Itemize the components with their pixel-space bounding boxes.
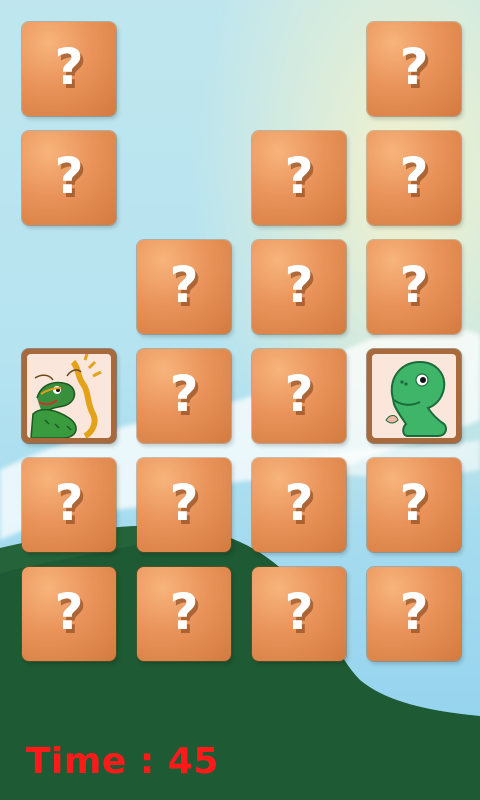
question-mark-icon: ? [399,147,429,205]
hidden-card[interactable]: ? [252,349,346,443]
question-mark-icon: ? [284,147,314,205]
hidden-card[interactable]: ? [22,458,116,552]
hidden-card[interactable]: ? [137,349,231,443]
hidden-card[interactable]: ? [367,567,461,661]
question-mark-icon: ? [169,256,199,314]
question-mark-icon: ? [284,474,314,532]
question-mark-icon: ? [54,583,84,641]
question-mark-icon: ? [399,256,429,314]
question-mark-icon: ? [399,583,429,641]
green-dinosaur-icon [372,354,456,438]
hidden-card[interactable]: ? [367,240,461,334]
hidden-card[interactable]: ? [137,567,231,661]
question-mark-icon: ? [284,583,314,641]
question-mark-icon: ? [399,474,429,532]
revealed-card[interactable] [22,349,116,443]
hidden-card[interactable]: ? [137,458,231,552]
question-mark-icon: ? [399,38,429,96]
hidden-card[interactable]: ? [252,131,346,225]
hidden-card[interactable]: ? [367,131,461,225]
question-mark-icon: ? [169,365,199,423]
question-mark-icon: ? [54,38,84,96]
question-mark-icon: ? [54,474,84,532]
hidden-card[interactable]: ? [137,240,231,334]
hidden-card[interactable]: ? [252,240,346,334]
timer-label: Time : 45 [26,741,219,782]
question-mark-icon: ? [284,365,314,423]
question-mark-icon: ? [169,474,199,532]
hidden-card[interactable]: ? [22,131,116,225]
hidden-card[interactable]: ? [22,22,116,116]
question-mark-icon: ? [284,256,314,314]
hidden-card[interactable]: ? [367,22,461,116]
question-mark-icon: ? [169,583,199,641]
revealed-card[interactable] [367,349,461,443]
hidden-card[interactable]: ? [367,458,461,552]
hidden-card[interactable]: ? [252,567,346,661]
hidden-card[interactable]: ? [22,567,116,661]
question-mark-icon: ? [54,147,84,205]
hidden-card[interactable]: ? [252,458,346,552]
chinese-dragon-icon [27,354,111,438]
